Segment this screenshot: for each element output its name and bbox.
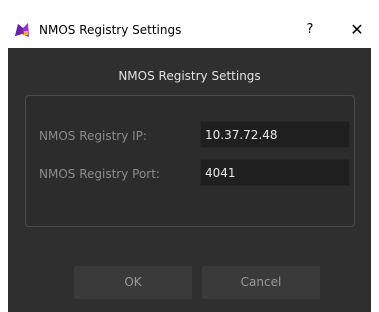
dialog-body: NMOS Registry Settings NMOS Registry IP:… — [8, 48, 371, 312]
ip-field[interactable]: 10.37.72.48 — [200, 121, 350, 148]
settings-group: NMOS Registry IP: 10.37.72.48 NMOS Regis… — [25, 95, 355, 227]
help-button[interactable]: ? — [295, 18, 325, 42]
port-field[interactable]: 4041 — [200, 159, 350, 186]
close-button[interactable]: ✕ — [342, 18, 372, 42]
port-label: NMOS Registry Port: — [39, 167, 160, 181]
ok-button[interactable]: OK — [74, 266, 192, 299]
dialog-heading: NMOS Registry Settings — [118, 69, 261, 83]
app-icon — [14, 22, 30, 38]
ip-label: NMOS Registry IP: — [39, 129, 147, 143]
cancel-button[interactable]: Cancel — [202, 266, 320, 299]
window-title: NMOS Registry Settings — [39, 23, 182, 37]
title-bar[interactable]: NMOS Registry Settings ? ✕ — [0, 0, 379, 48]
